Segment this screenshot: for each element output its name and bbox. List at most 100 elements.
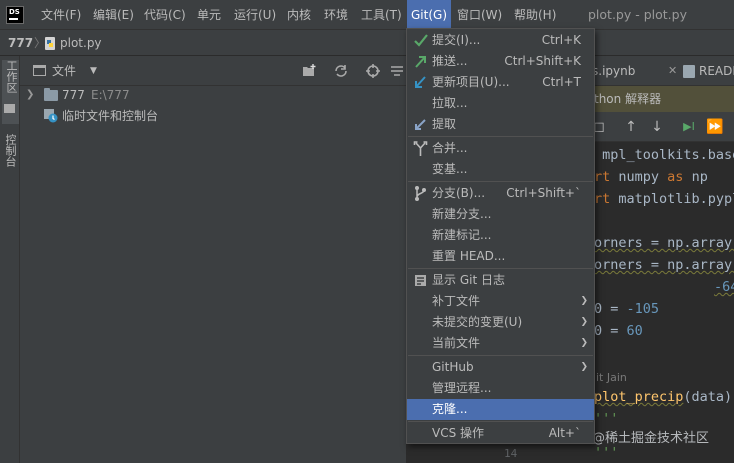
close-icon[interactable]: ✕ [668,56,677,86]
fetch-icon [415,119,426,130]
merge-icon [413,141,428,156]
breadcrumb-project[interactable]: 777 [8,30,33,56]
author-hint: it Jain [596,371,627,384]
collapse-all-icon[interactable] [390,63,404,79]
menu-item-rebase[interactable]: 变基... [407,159,594,180]
menu-item-commit[interactable]: 提交(I)... Ctrl+K [407,30,594,51]
git-menu-dropdown: 提交(I)... Ctrl+K 推送... Ctrl+Shift+K 更新项目(… [406,28,595,444]
menu-item-show-git-log[interactable]: 显示 Git 日志 [407,270,594,291]
arrow-up-icon[interactable]: ↑ [622,118,640,136]
tab-ipynb[interactable]: s.ipynb [592,56,635,86]
menu-edit[interactable]: 编辑(E) [93,0,134,30]
breadcrumb-file[interactable]: plot.py [60,30,102,56]
menu-item-uncommitted-changes[interactable]: 未提交的变更(U) ❯ [407,312,594,333]
project-panel: 文件 ▼ ❯ 777 E:\777 临时文件和控制台 [20,56,406,463]
menu-item-shortcut: Alt+` [548,426,581,440]
menu-item-label: 合并... [432,141,468,155]
tool-window-tab-console[interactable]: 控制台 [2,134,18,204]
menu-code[interactable]: 代码(C) [144,0,186,30]
project-name: 777 [62,88,85,102]
code-keyword: rt [594,169,611,185]
menu-item-manage-remotes[interactable]: 管理远程... [407,378,594,399]
menu-item-shortcut: Ctrl+Shift+K [504,54,581,68]
menu-git[interactable]: Git(G) [407,0,451,30]
chevron-right-icon: ❯ [580,338,588,348]
menu-separator [408,136,593,137]
menu-item-merge[interactable]: 合并... [407,138,594,159]
menu-item-fetch[interactable]: 提取 [407,114,594,135]
menu-item-update-project[interactable]: 更新项目(U)... Ctrl+T [407,72,594,93]
code-number: -105 [626,301,660,317]
menu-bar: DS 文件(F) 编辑(E) 代码(C) 单元 运行(U) 内核 环境 工具(T… [0,0,734,30]
markdown-file-icon [683,65,695,78]
git-log-icon [415,275,426,286]
locate-icon[interactable] [365,63,381,79]
tree-row-project[interactable]: ❯ 777 E:\777 [20,84,406,106]
menu-item-pull[interactable]: 拉取... [407,93,594,114]
menu-item-label: 新建标记... [432,228,492,242]
python-file-icon [45,37,55,50]
code-text: 0 = [594,301,627,317]
chevron-right-icon[interactable]: ❯ [26,84,34,106]
docstring: ''' [594,445,619,461]
menu-item-label: GitHub [432,360,474,374]
menu-item-label: VCS 操作 [432,426,485,440]
push-arrow-icon [415,56,426,68]
menu-item-label: 提交(I)... [432,33,481,47]
code-number: -64 [714,279,734,295]
scratch-console-icon [44,109,58,123]
menu-item-vcs-operations[interactable]: VCS 操作 Alt+` [407,423,594,444]
line-number: 14 [504,447,518,460]
menu-cell[interactable]: 单元 [197,0,221,30]
check-icon [414,34,428,47]
menu-item-label: 当前文件 [432,336,481,350]
menu-separator [408,421,593,422]
window-icon [33,65,46,76]
menu-item-branches[interactable]: 分支(B)... Ctrl+Shift+` [407,183,594,204]
menu-item-label: 拉取... [432,96,468,110]
workspace-tab-label: 工作区 [5,60,18,93]
menu-item-reset-head[interactable]: 重置 HEAD... [407,246,594,267]
project-panel-header: 文件 ▼ [20,56,406,86]
run-all-icon[interactable]: ⏩ [706,118,724,136]
menu-run[interactable]: 运行(U) [234,0,276,30]
run-cell-icon[interactable]: ▶I [680,118,698,136]
chevron-down-icon[interactable]: ▼ [90,56,97,86]
folder-icon [4,104,15,113]
navigation-bar: 777 〉 plot.py [0,30,734,56]
arrow-down-icon[interactable]: ↓ [648,118,666,136]
code-line: orners = np.array( [594,257,734,273]
tool-window-tab-workspace[interactable]: 工作区 [2,60,19,124]
refresh-icon[interactable] [333,63,349,79]
menu-item-label: 推送... [432,54,468,68]
menu-tools[interactable]: 工具(T) [361,0,402,30]
menu-help[interactable]: 帮助(H) [514,0,556,30]
tree-row-scratches[interactable]: 临时文件和控制台 [20,105,406,127]
menu-item-push[interactable]: 推送... Ctrl+Shift+K [407,51,594,72]
menu-item-clone[interactable]: 克隆... [407,399,594,420]
menu-item-new-branch[interactable]: 新建分支... [407,204,594,225]
left-tool-strip: 工作区 控制台 [0,56,20,463]
banner-text: thon 解释器 [594,92,662,106]
menu-kernel[interactable]: 内核 [287,0,311,30]
menu-file[interactable]: 文件(F) [41,0,81,30]
tab-readme[interactable]: READMI [699,56,734,86]
menu-item-github[interactable]: GitHub ❯ [407,357,594,378]
project-path: E:\777 [91,88,130,102]
docstring: ''' [594,411,619,427]
code-text: matplotlib.pyplo [618,191,734,207]
menu-item-new-tag[interactable]: 新建标记... [407,225,594,246]
panel-title[interactable]: 文件 [52,56,76,86]
menu-item-patch-files[interactable]: 补丁文件 ❯ [407,291,594,312]
chevron-right-icon: ❯ [580,362,588,372]
new-folder-icon[interactable] [301,63,317,79]
menu-item-label: 变基... [432,162,468,176]
menu-environment[interactable]: 环境 [324,0,348,30]
menu-item-shortcut: Ctrl+T [542,75,581,89]
chevron-right-icon: ❯ [580,317,588,327]
console-tab-label: 控制台 [4,134,17,167]
app-logo-icon: DS [6,6,24,24]
menu-item-label: 重置 HEAD... [432,249,506,263]
menu-item-current-file[interactable]: 当前文件 ❯ [407,333,594,354]
menu-window[interactable]: 窗口(W) [457,0,502,30]
